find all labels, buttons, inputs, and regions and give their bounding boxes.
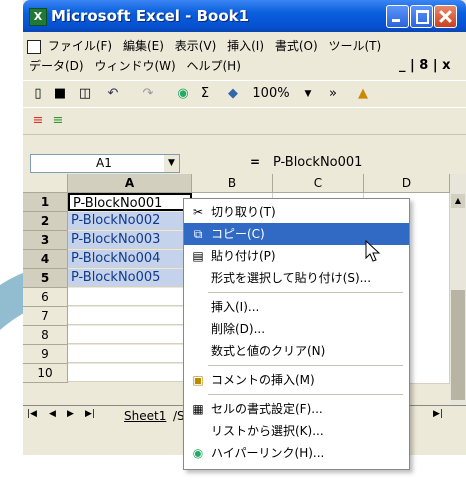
cell-a1[interactable]: P-BlockNo001 [68, 193, 192, 211]
name-box-dropdown-icon[interactable]: ▼ [164, 155, 179, 172]
column-header-a[interactable]: A [68, 174, 192, 193]
next-sheet-arrow-icon[interactable]: ▶ [67, 409, 74, 419]
menu-item-delete[interactable]: 削除(D)... [184, 318, 409, 340]
formula-input[interactable]: P-BlockNo001 [273, 155, 362, 170]
row-header[interactable]: 10 [23, 364, 68, 383]
formula-bar: A1 ▼ = P-BlockNo001 [23, 152, 466, 174]
name-box[interactable]: A1 ▼ [30, 154, 180, 173]
window-title: Microsoft Excel - Book1 [51, 7, 250, 25]
standard-toolbar: ▯ ■ ◫ ↶ ↷ ◉ Σ ◆ 100% ▼ » ▲ [23, 80, 466, 108]
row-header[interactable]: 6 [23, 288, 68, 307]
cell-a7[interactable] [68, 307, 192, 325]
menu-item-format-cells[interactable]: ▦ セルの書式設定(F)... [184, 398, 409, 420]
menu-insert[interactable]: 挿入(I) [227, 36, 264, 56]
name-box-value: A1 [96, 156, 112, 170]
format-cells-icon: ▦ [192, 402, 204, 416]
row-header[interactable]: 7 [23, 307, 68, 326]
minimize-button[interactable] [386, 5, 409, 28]
row-header[interactable]: 8 [23, 326, 68, 345]
mouse-pointer-icon [365, 240, 381, 262]
menu-bar: ファイル(F) 編集(E) 表示(V) 挿入(I) 書式(O) ツール(T) [23, 36, 466, 56]
copy-icon: ⧉ [193, 227, 203, 241]
cell-a5[interactable]: P-BlockNo005 [68, 269, 192, 287]
prev-sheet-arrow-icon[interactable]: ◀ [49, 409, 56, 419]
title-bar[interactable]: X Microsoft Excel - Book1 [23, 0, 466, 32]
excel-app-icon: X [29, 8, 47, 26]
last-sheet-arrow-icon[interactable]: ▶| [85, 409, 95, 419]
second-toolbar: ≡ ≡ [23, 107, 466, 135]
sort-descending-icon[interactable]: ≡ [48, 111, 68, 131]
menu-item-clear-contents[interactable]: 数式と値のクリア(N) [184, 340, 409, 362]
menu-item-hyperlink[interactable]: ◉ ハイパーリンク(H)... [184, 442, 409, 464]
context-menu: ✂ 切り取り(T) ⧉ コピー(C) ▤ 貼り付け(P) 形式を選択して貼り付け… [183, 198, 410, 470]
insert-hyperlink-icon[interactable]: ◉ [173, 84, 193, 104]
menu-separator [208, 292, 403, 293]
cell-a6[interactable] [68, 288, 192, 306]
menu-data[interactable]: データ(D) [29, 56, 84, 76]
row-header[interactable]: 3 [23, 231, 68, 250]
menu-edit[interactable]: 編集(E) [123, 36, 164, 56]
hyperlink-icon: ◉ [192, 446, 204, 460]
cell-a4[interactable]: P-BlockNo004 [68, 250, 192, 268]
menu-tools[interactable]: ツール(T) [329, 36, 382, 56]
first-sheet-arrow-icon[interactable]: |◀ [27, 409, 37, 419]
print-preview-icon[interactable]: ◫ [75, 84, 95, 104]
scissors-icon: ✂ [192, 205, 204, 219]
redo-icon[interactable]: ↷ [138, 84, 158, 104]
undo-icon[interactable]: ↶ [103, 84, 123, 104]
select-all-corner[interactable] [23, 174, 68, 193]
chart-wizard-icon[interactable]: ◆ [223, 84, 243, 104]
menu-item-paste-special[interactable]: 形式を選択して貼り付け(S)... [184, 267, 409, 289]
menu-separator [208, 394, 403, 395]
save-icon[interactable]: ■ [50, 84, 70, 104]
cell-a3[interactable]: P-BlockNo003 [68, 231, 192, 249]
vertical-scrollbar[interactable]: ▲ [450, 174, 466, 422]
menu-window[interactable]: ウィンドウ(W) [94, 56, 175, 76]
menu-separator [208, 365, 403, 366]
close-button[interactable] [434, 5, 457, 28]
menu-bar-row2: データ(D) ウィンドウ(W) ヘルプ(H) _ | 8 | x [29, 56, 466, 76]
fill-color-icon[interactable]: ▲ [353, 84, 373, 104]
scroll-up-arrow-icon[interactable]: ▲ [451, 194, 465, 208]
row-header[interactable]: 2 [23, 212, 68, 231]
menu-item-insert[interactable]: 挿入(I)... [184, 296, 409, 318]
row-header[interactable]: 9 [23, 345, 68, 364]
workbook-icon[interactable] [27, 40, 41, 54]
scroll-thumb[interactable] [451, 290, 465, 400]
column-header-b[interactable]: B [192, 174, 273, 193]
hscroll-right-arrow-icon[interactable]: ▶| [433, 409, 443, 419]
menu-item-insert-comment[interactable]: ▣ コメントの挿入(M) [184, 369, 409, 391]
menu-item-cut[interactable]: ✂ 切り取り(T) [184, 201, 409, 223]
cell-a10[interactable] [68, 364, 192, 382]
sheet-tab-sheet1[interactable]: Sheet1 [124, 409, 166, 423]
toolbar-overflow-icon[interactable]: » [323, 84, 343, 104]
menu-view[interactable]: 表示(V) [175, 36, 217, 56]
comment-icon: ▣ [192, 373, 204, 387]
paste-icon: ▤ [192, 249, 204, 263]
cell-a9[interactable] [68, 345, 192, 363]
autosum-icon[interactable]: Σ [195, 84, 215, 104]
new-icon[interactable]: ▯ [28, 84, 48, 104]
sort-ascending-icon[interactable]: ≡ [28, 111, 48, 131]
row-header[interactable]: 1 [23, 193, 68, 212]
menu-format[interactable]: 書式(O) [275, 36, 318, 56]
menu-file[interactable]: ファイル(F) [48, 36, 112, 56]
maximize-button[interactable] [410, 5, 433, 28]
row-header[interactable]: 5 [23, 269, 68, 288]
menu-help[interactable]: ヘルプ(H) [187, 56, 241, 76]
mdi-controls[interactable]: _ | 8 | x [399, 58, 451, 73]
cell-a8[interactable] [68, 326, 192, 344]
menu-item-pick-from-list[interactable]: リストから選択(K)... [184, 420, 409, 442]
equals-sign: = [250, 155, 261, 169]
row-header[interactable]: 4 [23, 250, 68, 269]
column-header-d[interactable]: D [364, 174, 450, 193]
cell-a2[interactable]: P-BlockNo002 [68, 212, 192, 230]
column-header-c[interactable]: C [273, 174, 364, 193]
zoom-select[interactable]: 100% [251, 84, 291, 104]
zoom-dropdown-icon[interactable]: ▼ [298, 84, 318, 104]
